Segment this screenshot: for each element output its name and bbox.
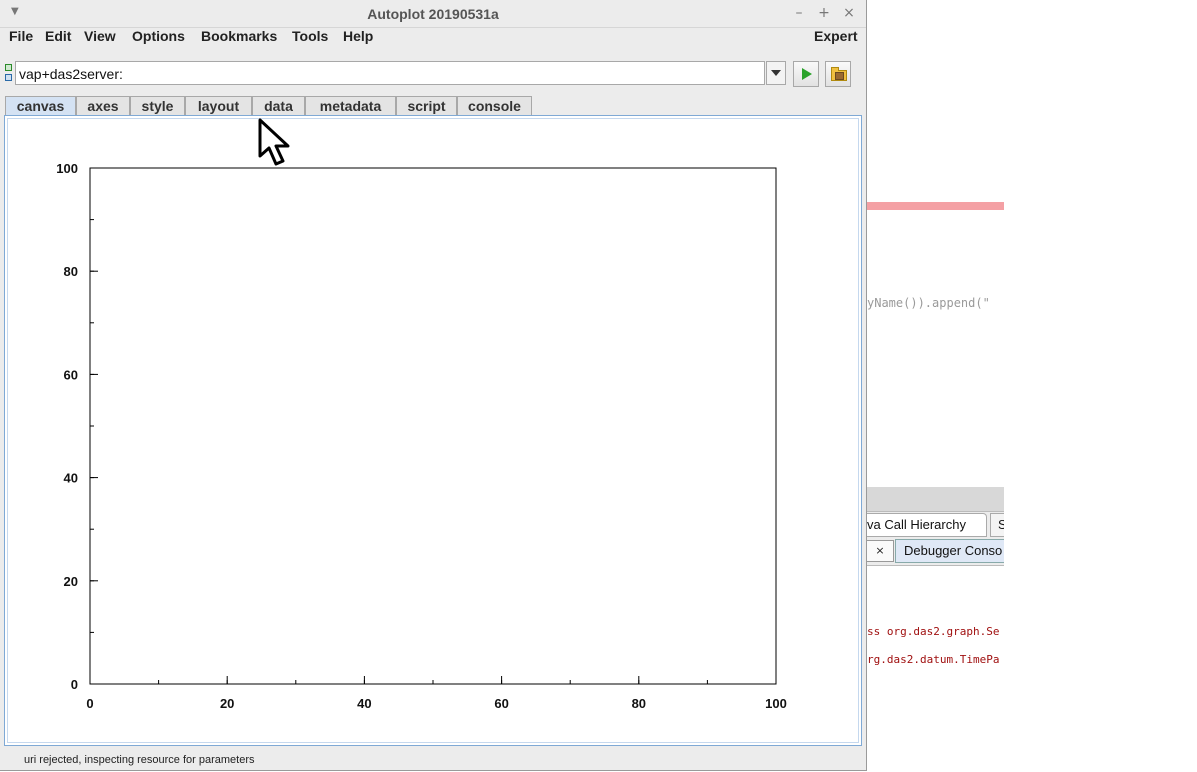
uri-history-dropdown-button[interactable]	[766, 61, 786, 85]
background-code-line: yName()).append("	[867, 296, 990, 310]
background-close-button[interactable]: ×	[867, 540, 894, 562]
tab-script[interactable]: script	[396, 96, 457, 115]
tab-console[interactable]: console	[457, 96, 532, 115]
background-error-line: ss org.das2.graph.Se	[867, 625, 1000, 638]
menu-file[interactable]: File	[9, 27, 33, 45]
menu-help[interactable]: Help	[343, 27, 373, 45]
canvas-panel[interactable]	[4, 115, 862, 746]
menu-options[interactable]: Options	[132, 27, 185, 45]
menu-expert[interactable]: Expert	[814, 27, 858, 45]
maximize-button[interactable]: +	[816, 5, 832, 21]
tab-metadata[interactable]: metadata	[305, 96, 396, 115]
canvas-border	[7, 118, 859, 743]
tab-canvas[interactable]: canvas	[5, 96, 76, 116]
background-tab-s[interactable]: S	[990, 513, 1004, 537]
tab-axes[interactable]: axes	[76, 96, 130, 115]
menu-bar: File Edit View Options Bookmarks Tools H…	[0, 27, 866, 49]
data-source-icon	[5, 64, 12, 81]
uri-bar: vap+das2server:	[0, 58, 866, 90]
close-button[interactable]: ×	[841, 5, 857, 21]
background-panel-header	[867, 487, 1004, 511]
background-error-highlight	[867, 202, 1004, 210]
bag-icon	[835, 72, 844, 80]
status-message: uri rejected, inspecting resource for pa…	[24, 754, 255, 766]
menu-view[interactable]: View	[84, 27, 116, 45]
background-error-line: rg.das2.datum.TimePa	[867, 653, 1000, 666]
autoplot-window: ▼ Autoplot 20190531a – + × File Edit Vie…	[0, 0, 867, 771]
tab-data[interactable]: data	[252, 96, 305, 115]
browse-button[interactable]	[825, 61, 851, 87]
background-tab-debugger-console[interactable]: Debugger Conso	[895, 539, 1004, 563]
go-button[interactable]	[793, 61, 819, 87]
window-title: Autoplot 20190531a	[367, 6, 499, 22]
chevron-down-icon	[771, 70, 781, 76]
tab-layout[interactable]: layout	[185, 96, 252, 115]
background-ide-window: yName()).append(" va Call Hierarchy S × …	[867, 0, 1004, 772]
menu-edit[interactable]: Edit	[45, 27, 71, 45]
menu-bookmarks[interactable]: Bookmarks	[201, 27, 277, 45]
background-tab-call-hierarchy[interactable]: va Call Hierarchy	[867, 513, 987, 537]
menu-tools[interactable]: Tools	[292, 27, 328, 45]
play-icon	[802, 68, 812, 80]
status-bar: uri rejected, inspecting resource for pa…	[0, 750, 866, 770]
tab-style[interactable]: style	[130, 96, 185, 115]
uri-input[interactable]: vap+das2server:	[15, 61, 765, 85]
mouse-cursor-icon	[258, 118, 290, 166]
minimize-button[interactable]: –	[791, 5, 807, 21]
title-bar[interactable]: ▼ Autoplot 20190531a – + ×	[0, 0, 866, 28]
